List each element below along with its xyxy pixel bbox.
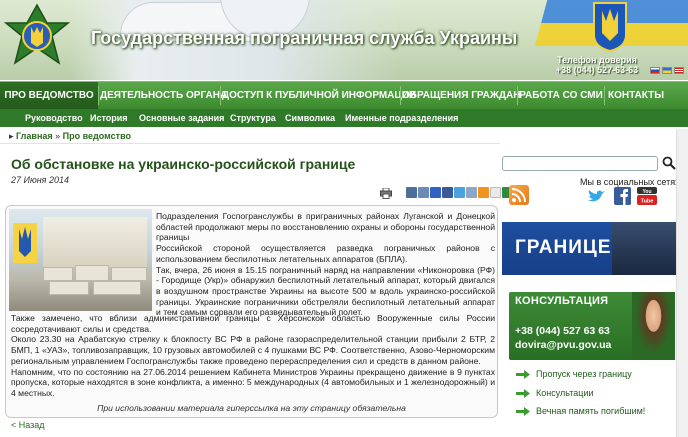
site-title[interactable]: Государственная пограничная служба Украи… bbox=[91, 28, 517, 49]
share-twitter-icon[interactable] bbox=[454, 187, 465, 198]
lang-flag-en-icon[interactable] bbox=[674, 67, 684, 74]
sidebar-link-border-crossing[interactable]: Пропуск через границу bbox=[516, 369, 632, 379]
divider bbox=[0, 143, 500, 144]
sandbag bbox=[111, 267, 147, 281]
sidebar-link-consultations[interactable]: Консультации bbox=[516, 388, 594, 398]
article-paragraph-side: Подразделения Госпогранслужбы в приграни… bbox=[156, 211, 495, 318]
share-yandex-icon[interactable] bbox=[490, 187, 501, 198]
green-arrow-icon bbox=[516, 406, 530, 416]
sidebar-link-label: Консультации bbox=[536, 388, 594, 398]
nav-divider bbox=[517, 86, 518, 105]
consultation-title[interactable]: КОНСУЛЬТАЦИЯ bbox=[515, 295, 608, 307]
nav-divider bbox=[604, 86, 605, 105]
share-lj-icon[interactable] bbox=[466, 187, 477, 198]
site-header: Государственная пограничная служба Украи… bbox=[0, 0, 688, 80]
banner-text[interactable]: ГРАНИЦЕ bbox=[515, 237, 611, 259]
photo-trident-sign-icon bbox=[13, 223, 37, 263]
nav-item-public-info[interactable]: ДОСТУП К ПУБЛИЧНОЙ ИНФОРМАЦИИ bbox=[222, 82, 416, 109]
article-paragraph-full: Также замечено, что вблизи административ… bbox=[11, 313, 495, 398]
consultation-email[interactable]: dovira@pvu.gov.ua bbox=[515, 339, 611, 351]
sub-nav: Руководство История Основные задания Стр… bbox=[0, 109, 688, 127]
breadcrumb: ▸ Главная » Про ведомство bbox=[9, 131, 131, 142]
language-switcher bbox=[650, 67, 684, 74]
citation-notice: При использовании материала гиперссылка … bbox=[97, 403, 406, 413]
main-nav: ПРО ВЕДОМСТВО ДЕЯТЕЛЬНОСТЬ ОРГАНА ДОСТУП… bbox=[0, 81, 688, 109]
scrollbar[interactable] bbox=[676, 129, 688, 437]
share-odnoklassniki-icon[interactable] bbox=[478, 187, 489, 198]
nav-divider bbox=[400, 86, 401, 105]
border-service-emblem-icon[interactable] bbox=[4, 3, 70, 69]
print-icon[interactable] bbox=[380, 188, 392, 199]
green-arrow-icon bbox=[516, 388, 530, 398]
sidebar-link-label: Пропуск через границу bbox=[536, 369, 632, 379]
svg-text:Tube: Tube bbox=[641, 199, 654, 205]
sandbag bbox=[49, 281, 89, 295]
share-mailru-icon[interactable] bbox=[430, 187, 441, 198]
svg-text:You: You bbox=[642, 189, 651, 195]
hotline-label: Телефон доверия bbox=[557, 55, 637, 65]
consultation-phone: +38 (044) 527 63 63 bbox=[515, 325, 610, 337]
social-label: Мы в социальных сетях bbox=[580, 177, 680, 187]
lang-flag-ua-icon[interactable] bbox=[662, 67, 672, 74]
search-icon[interactable] bbox=[662, 156, 676, 170]
sidebar-link-memory[interactable]: Вечная память погибшим! bbox=[516, 406, 645, 416]
coat-of-arms-icon bbox=[593, 2, 627, 53]
nav-item-activity[interactable]: ДЕЯТЕЛЬНОСТЬ ОРГАНА bbox=[100, 82, 227, 109]
consultation-operator-photo bbox=[632, 292, 675, 360]
rss-icon[interactable] bbox=[509, 185, 529, 205]
nav-divider bbox=[220, 86, 221, 105]
youtube-icon[interactable]: You Tube bbox=[637, 187, 657, 205]
breadcrumb-arrow-icon: ▸ bbox=[9, 131, 17, 141]
share-vk-icon[interactable] bbox=[406, 187, 417, 198]
article-date: 27 Июня 2014 bbox=[11, 175, 69, 185]
green-arrow-icon bbox=[516, 369, 530, 379]
twitter-icon[interactable] bbox=[587, 188, 607, 205]
breadcrumb-current[interactable]: Про ведомство bbox=[63, 131, 131, 141]
subnav-item-structure[interactable]: Структура bbox=[230, 109, 276, 127]
breadcrumb-separator: » bbox=[52, 131, 63, 141]
facebook-icon[interactable] bbox=[614, 187, 631, 205]
subnav-item-leadership[interactable]: Руководство bbox=[25, 109, 83, 127]
nav-item-about[interactable]: ПРО ВЕДОМСТВО bbox=[0, 82, 98, 109]
subnav-item-main-tasks[interactable]: Основные задания bbox=[139, 109, 224, 127]
share-blog-icon[interactable] bbox=[418, 187, 429, 198]
subnav-item-history[interactable]: История bbox=[90, 109, 128, 127]
search-input[interactable] bbox=[502, 156, 658, 171]
sandbag bbox=[75, 265, 109, 281]
nav-divider bbox=[98, 86, 99, 105]
page-title: Об обстановке на украинско-российской гр… bbox=[11, 156, 356, 172]
nav-item-contacts[interactable]: КОНТАКТЫ bbox=[606, 82, 666, 109]
sandbag bbox=[93, 281, 141, 295]
nav-item-appeals[interactable]: ОБРАЩЕНИЯ ГРАЖДАН bbox=[402, 82, 521, 109]
share-facebook-icon[interactable] bbox=[442, 187, 453, 198]
sandbag bbox=[43, 267, 73, 281]
nav-item-media[interactable]: РАБОТА СО СМИ bbox=[519, 82, 603, 109]
photo-building bbox=[43, 217, 147, 267]
hotline-number[interactable]: +38 (044) 527-63-63 bbox=[552, 65, 642, 75]
share-buttons bbox=[406, 187, 513, 198]
lang-flag-ru-icon[interactable] bbox=[650, 67, 660, 74]
subnav-item-named-units[interactable]: Именные подразделения bbox=[345, 109, 458, 127]
back-link[interactable]: < Назад bbox=[11, 420, 45, 430]
article-photo bbox=[9, 209, 152, 311]
hotline: Телефон доверия +38 (044) 527-63-63 bbox=[552, 55, 642, 75]
subnav-item-symbols[interactable]: Символика bbox=[285, 109, 335, 127]
sidebar-link-label: Вечная память погибшим! bbox=[536, 406, 646, 416]
breadcrumb-home[interactable]: Главная bbox=[16, 131, 53, 141]
